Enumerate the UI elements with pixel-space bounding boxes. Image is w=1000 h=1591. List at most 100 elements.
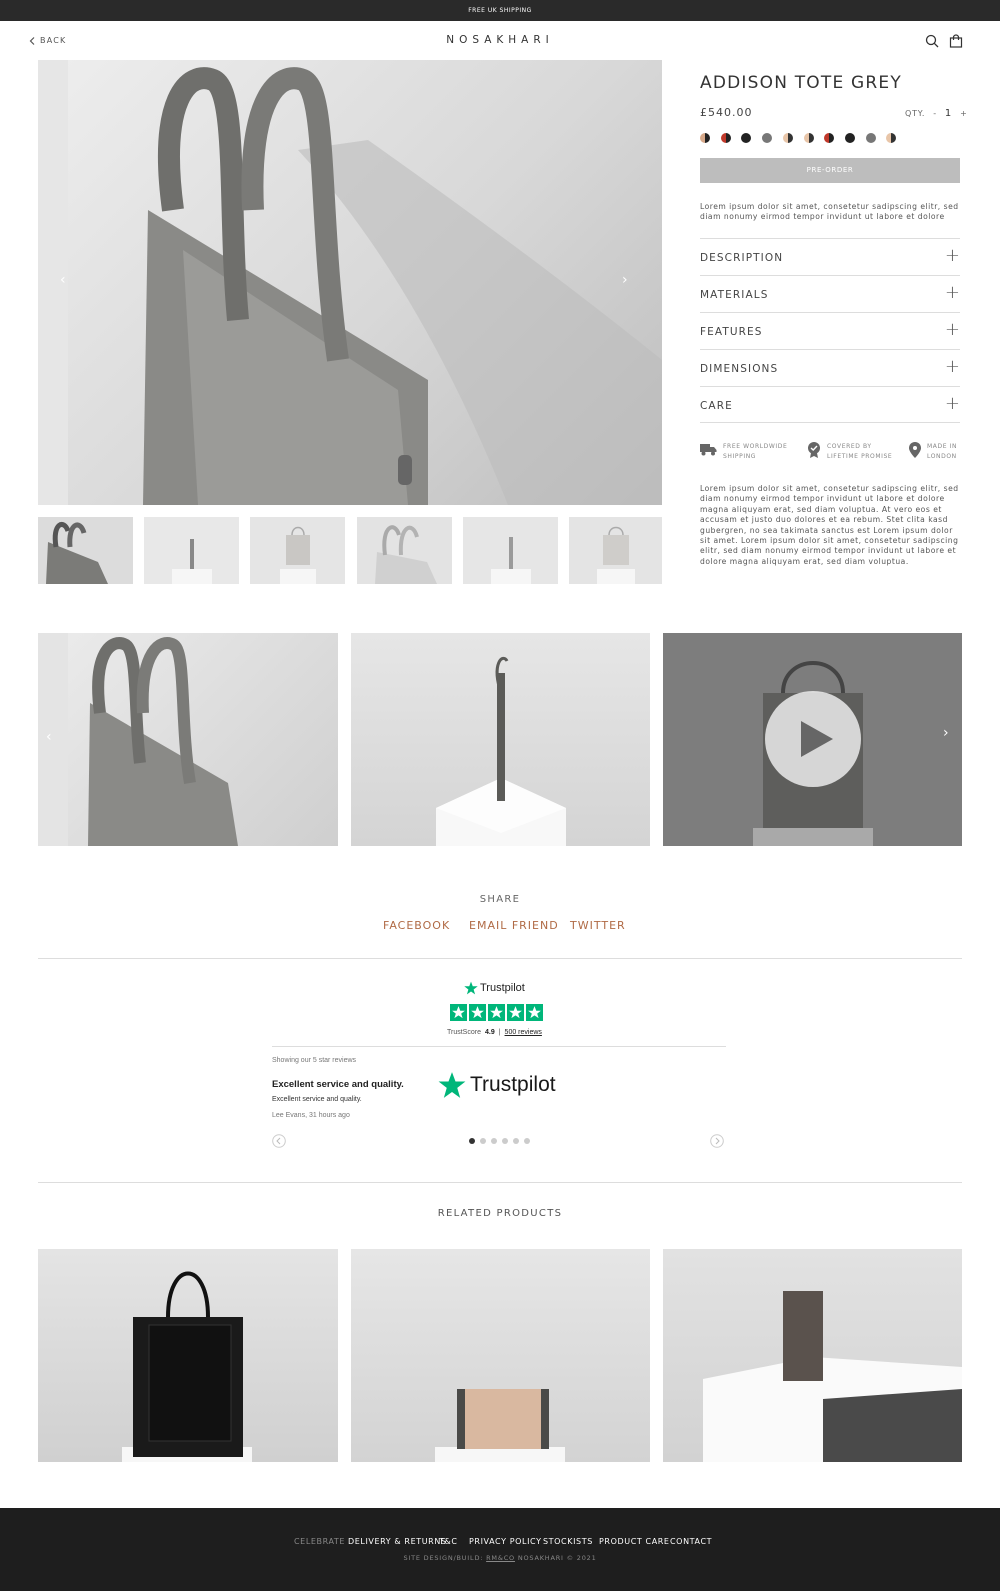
color-swatch[interactable] [844,133,855,143]
thumbnail[interactable] [463,517,558,584]
perk-line: FREE WORLDWIDE [723,443,788,450]
accordion-dimensions[interactable]: DIMENSIONS + [700,349,960,386]
trustscore-label: TrustScore [447,1029,481,1036]
product-price: £540.00 [700,106,753,119]
prev-image-arrow[interactable]: ‹ [60,272,66,288]
trustpilot-header[interactable]: Trustpilot [464,981,525,995]
main-product-image: ‹ › [38,60,662,505]
review-title: Excellent service and quality. [272,1079,404,1090]
review-next-arrow-icon[interactable] [710,1134,724,1148]
footer-link-contact[interactable]: CONTACT [670,1537,712,1546]
shopping-bag-icon[interactable] [949,34,963,48]
perk-line: COVERED BY [827,443,872,450]
plus-icon: + [944,282,960,303]
carousel-dot[interactable] [502,1138,508,1144]
qty-value[interactable]: 1 [945,108,952,119]
thumb-handles-view [375,525,437,584]
thumb-front-view-2 [597,526,635,584]
shipping-banner: FREE UK SHIPPING [0,0,1000,21]
quantity-stepper: QTY. - 1 + [905,108,968,119]
gallery-next-arrow[interactable]: › [943,725,949,741]
tote-bag-illustration [38,60,662,505]
share-twitter-link[interactable]: TWITTER [570,919,626,932]
color-swatch[interactable] [700,133,710,143]
star-box [526,1004,543,1021]
carousel-dot[interactable] [469,1138,475,1144]
carousel-dot[interactable] [513,1138,519,1144]
gallery-image[interactable] [351,633,650,846]
qty-increase-button[interactable]: + [960,109,968,118]
footer-credit: SITE DESIGN/BUILD: RM&CO NOSAKHARI © 202… [0,1554,1000,1562]
footer-link-tc[interactable]: T&C [439,1537,458,1546]
gallery-prev-arrow[interactable]: ‹ [46,729,52,745]
reviews-link[interactable]: 500 reviews [505,1029,542,1036]
gallery-image[interactable]: ‹ [38,633,338,846]
credit-prefix: SITE DESIGN/BUILD: [403,1554,484,1562]
related-black-tote [122,1271,252,1462]
accordion-features[interactable]: FEATURES + [700,312,960,349]
carousel-dot[interactable] [491,1138,497,1144]
color-swatch[interactable] [886,133,897,143]
next-image-arrow[interactable]: › [622,272,628,288]
thumbnail[interactable] [569,517,662,584]
plus-icon: + [944,245,960,266]
related-product-card[interactable] [351,1249,650,1462]
trustscore-value: 4.9 [484,1029,495,1036]
color-swatch[interactable] [720,133,731,143]
trustpilot-divider [272,1046,726,1047]
thumbnail[interactable] [250,517,345,584]
star-icon [509,1006,522,1019]
location-pin-icon [909,442,921,458]
credit-link[interactable]: RM&CO [486,1554,515,1562]
related-product-card[interactable] [663,1249,962,1462]
product-body-text: Lorem ipsum dolor sit amet, consetetur s… [700,484,959,566]
color-swatch[interactable] [803,133,814,143]
footer-link-delivery[interactable]: DELIVERY & RETURNS [348,1537,447,1546]
color-swatch[interactable] [824,133,835,143]
related-product-card[interactable] [38,1249,338,1462]
perk-line: SHIPPING [723,453,757,460]
divider [38,1182,962,1183]
review-prev-arrow-icon[interactable] [272,1134,286,1148]
accordion-materials[interactable]: MATERIALS + [700,275,960,312]
footer-link-stockists[interactable]: STOCKISTS [543,1537,593,1546]
carousel-dot[interactable] [524,1138,530,1144]
gallery-tote-closeup [38,633,238,846]
thumbnail[interactable] [357,517,452,584]
accordion-label: MATERIALS [700,289,769,301]
share-email-link[interactable]: EMAIL FRIEND [469,919,559,932]
color-swatch[interactable] [865,133,876,143]
footer-link-privacy[interactable]: PRIVACY POLICY [469,1537,542,1546]
share-title: SHARE [479,894,521,905]
related-wallet [703,1291,962,1462]
footer-link-product-care[interactable]: PRODUCT CARE [599,1537,670,1546]
play-button[interactable] [765,691,861,787]
brand-logo[interactable]: NOSAKHARI [0,34,1000,46]
gallery-video[interactable]: › [663,633,962,846]
accordion-description[interactable]: DESCRIPTION + [700,238,960,275]
plus-icon: + [944,319,960,340]
accordion-label: FEATURES [700,326,763,338]
star-box [469,1004,486,1021]
carousel-dot[interactable] [480,1138,486,1144]
preorder-button[interactable]: PRE-ORDER [700,158,960,183]
qty-decrease-button[interactable]: - [933,109,937,118]
related-beige-pouch [435,1389,565,1462]
gallery-side-view [436,656,566,846]
plus-icon: + [944,356,960,377]
perk-shipping: FREE WORLDWIDE SHIPPING [700,442,787,462]
color-swatch[interactable] [762,133,773,143]
thumbnail[interactable] [144,517,239,584]
color-swatch[interactable] [782,133,793,143]
footer-link-celebrate[interactable]: CELEBRATE [294,1537,345,1546]
share-facebook-link[interactable]: FACEBOOK [383,919,450,932]
trustscore-line: TrustScore 4.9 | 500 reviews [447,1029,542,1036]
star-icon [464,981,478,995]
thumbnail[interactable] [38,517,133,584]
review-text: Excellent service and quality. [272,1096,362,1103]
search-icon[interactable] [925,34,939,48]
qty-label: QTY. [905,109,926,118]
color-swatch[interactable] [741,133,752,143]
accordion-care[interactable]: CARE + [700,386,960,423]
perk-line: LONDON [927,453,957,460]
